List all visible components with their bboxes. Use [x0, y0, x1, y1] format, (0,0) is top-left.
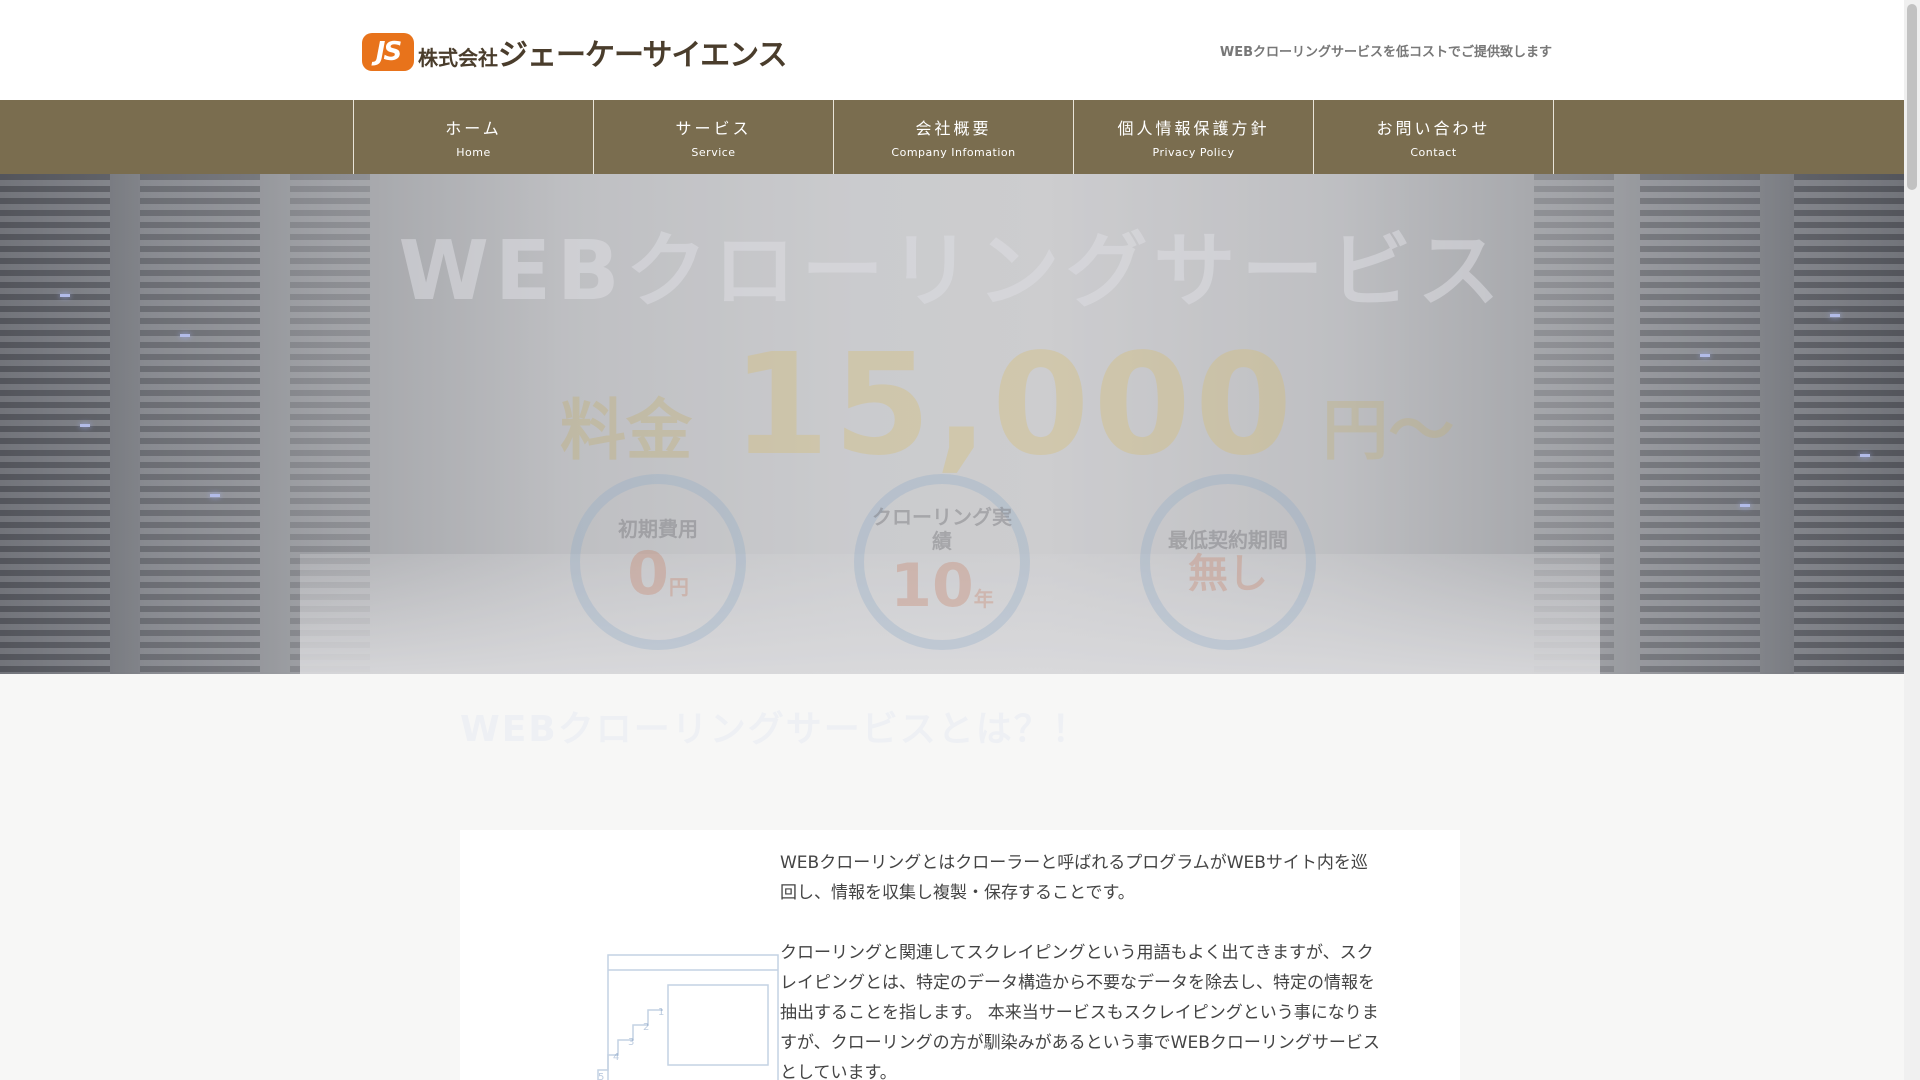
price-label: 料金	[560, 392, 692, 469]
hero-title: WEBクローリングサービス	[398, 224, 1506, 319]
nav-item-label: ホーム	[445, 119, 502, 138]
page-scrollbar[interactable]	[1904, 0, 1920, 1080]
nav-item-label: お問い合わせ	[1376, 119, 1491, 138]
paragraph: クローリングと関連してスクレイピングという用語もよく出てきますが、スクレイピング…	[780, 943, 1380, 1080]
feature-circle-initial-cost: 初期費用 0円	[570, 474, 746, 650]
nav-item-home[interactable]: ホーム Home	[354, 100, 594, 174]
svg-text:3: 3	[628, 1037, 634, 1048]
feature-circle-min-contract: 最低契約期間 無し	[1140, 474, 1316, 650]
logo-badge: JS	[362, 33, 414, 71]
circle-value: 0円	[627, 539, 689, 609]
price-value: 15,000	[732, 324, 1297, 487]
logo-prefix: 株式会社	[418, 45, 498, 70]
site-logo[interactable]: JS 株式会社 ジェーケーサイエンス	[362, 32, 787, 73]
hero-price: 料金 15,000 円〜	[560, 324, 1454, 487]
nav-item-sublabel: Home	[456, 146, 491, 159]
circle-value: 10年	[890, 551, 994, 621]
paragraph: WEBクローリングとはクローラーと呼ばれるプログラムがWEBサイト内を巡回し、情…	[780, 853, 1368, 903]
nav-item-label: 会社概要	[915, 119, 992, 138]
svg-text:4: 4	[613, 1052, 619, 1063]
nav-item-contact[interactable]: お問い合わせ Contact	[1314, 100, 1554, 174]
section-title: WEBクローリングサービスとは？！	[460, 709, 1090, 750]
circle-label: 初期費用	[618, 517, 698, 541]
logo-name: ジェーケーサイエンス	[498, 38, 787, 73]
nav-list: ホーム Home サービス Service 会社概要 Company Infom…	[353, 100, 1554, 174]
scrollbar-thumb[interactable]	[1907, 4, 1917, 190]
feature-circle-crawling-record: クローリング実績 10年	[854, 474, 1030, 650]
svg-text:2: 2	[643, 1022, 649, 1033]
nav-item-label: 個人情報保護方針	[1117, 119, 1270, 138]
section-description: WEBクローリングとはクローラーと呼ばれるプログラムがWEBサイト内を巡回し、情…	[780, 848, 1380, 1080]
circle-value: 無し	[1188, 551, 1268, 597]
nav-item-label: サービス	[675, 119, 752, 138]
hero-banner: WEBクローリングサービス 料金 15,000 円〜 初期費用 0円 クローリン…	[0, 174, 1904, 674]
circle-label: 最低契約期間	[1168, 528, 1288, 552]
nav-item-sublabel: Service	[691, 146, 736, 159]
site-header: JS 株式会社 ジェーケーサイエンス WEBクローリングサービスを低コストでご提…	[0, 0, 1904, 100]
svg-text:1: 1	[658, 1007, 664, 1018]
price-unit: 円〜	[1322, 392, 1455, 469]
nav-item-company[interactable]: 会社概要 Company Infomation	[834, 100, 1074, 174]
global-nav: ホーム Home サービス Service 会社概要 Company Infom…	[0, 100, 1904, 174]
nav-item-sublabel: Privacy Policy	[1152, 146, 1235, 159]
header-tagline: WEBクローリングサービスを低コストでご提供致します	[1219, 45, 1552, 60]
crawling-illustration-image: 1234 5	[597, 954, 779, 1080]
svg-text:5: 5	[598, 1072, 604, 1080]
circle-label: クローリング実績	[872, 505, 1012, 553]
nav-item-privacy[interactable]: 個人情報保護方針 Privacy Policy	[1074, 100, 1314, 174]
nav-item-service[interactable]: サービス Service	[594, 100, 834, 174]
nav-item-sublabel: Contact	[1410, 146, 1457, 159]
content-card: 1234 5 WEBクローリングとはクローラーと呼ばれるプログラムがWEBサイト内…	[460, 830, 1460, 1080]
nav-item-sublabel: Company Infomation	[891, 146, 1016, 159]
